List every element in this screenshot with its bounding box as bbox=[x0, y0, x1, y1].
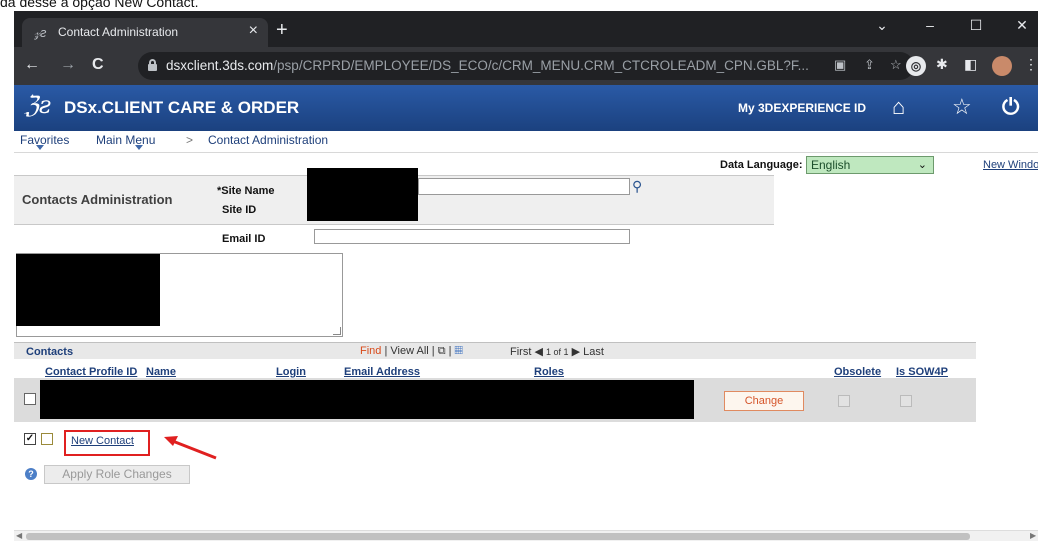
col-name[interactable]: Name bbox=[146, 366, 176, 378]
grid-title: Contacts bbox=[26, 346, 74, 358]
lock-icon bbox=[148, 59, 157, 71]
resize-grip-icon[interactable] bbox=[333, 327, 341, 335]
arrow-pointer-icon bbox=[164, 436, 217, 460]
power-icon[interactable]: ⏻ bbox=[1002, 94, 1019, 120]
nav-separator: | bbox=[448, 345, 452, 357]
app-title: DSx.CLIENT CARE & ORDER bbox=[64, 98, 300, 117]
close-window-icon[interactable]: ✕ bbox=[1012, 17, 1032, 34]
col-login[interactable]: Login bbox=[276, 366, 306, 378]
redacted-row-content bbox=[40, 380, 694, 419]
maximize-icon[interactable]: ☐ bbox=[966, 17, 986, 34]
back-icon[interactable]: ← bbox=[24, 56, 40, 74]
screenshot-root: { "caption": "da desse a opção New Conta… bbox=[0, 0, 1038, 541]
translate-icon[interactable]: ▣ bbox=[834, 57, 846, 73]
close-tab-icon[interactable]: × bbox=[249, 22, 258, 40]
browser-menu-icon[interactable]: ⋮ bbox=[1024, 56, 1038, 76]
new-tab-icon[interactable]: + bbox=[276, 19, 288, 42]
ds-logo-icon: ℨƨ bbox=[24, 91, 52, 119]
zoom-grid-icon[interactable]: ⧉ bbox=[438, 345, 446, 357]
site-id-label: Site ID bbox=[222, 204, 257, 216]
crumb-separator: > bbox=[186, 133, 194, 147]
new-contact-link[interactable]: New Contact bbox=[71, 435, 134, 447]
profile-avatar[interactable] bbox=[992, 56, 1012, 76]
view-all-link[interactable]: View All bbox=[390, 345, 428, 357]
previous-icon[interactable]: ◀ bbox=[534, 346, 542, 358]
browser-tab[interactable]: 𝓏ƨ Contact Administration × bbox=[22, 18, 268, 47]
grid-navigation: Find | View All | ⧉ | ▦ bbox=[360, 345, 463, 358]
extension-icon[interactable]: ◎ bbox=[906, 56, 926, 76]
crumb-favorites[interactable]: Favorites bbox=[20, 133, 69, 147]
new-window-link[interactable]: New Windo bbox=[983, 159, 1038, 171]
site-name-input[interactable] bbox=[418, 178, 630, 195]
tab-search-icon[interactable]: ⌄ bbox=[872, 17, 892, 34]
apply-role-changes-button[interactable]: Apply Role Changes bbox=[44, 465, 190, 484]
redacted-site-value bbox=[307, 168, 418, 221]
forward-icon[interactable]: → bbox=[60, 56, 76, 74]
col-obsolete[interactable]: Obsolete bbox=[834, 366, 881, 378]
obsolete-checkbox[interactable] bbox=[838, 395, 850, 407]
grid-pager: First ◀ 1 of 1 ▶ Last bbox=[510, 345, 604, 358]
scrollbar-thumb[interactable] bbox=[26, 533, 970, 540]
email-id-label: Email ID bbox=[222, 233, 266, 245]
extensions-puzzle-icon[interactable]: ✱ bbox=[936, 56, 948, 76]
url-host: dsxclient.3ds.com bbox=[166, 58, 274, 73]
breadcrumb: Favorites Main Menu > Contact Administra… bbox=[14, 131, 1038, 153]
nav-separator: | bbox=[384, 345, 388, 357]
col-email-address[interactable]: Email Address bbox=[344, 366, 420, 378]
help-icon[interactable]: ? bbox=[25, 468, 37, 480]
ds-favicon-icon: 𝓏ƨ bbox=[34, 25, 47, 40]
select-all-checkbox[interactable]: ✓ bbox=[24, 433, 36, 445]
col-roles[interactable]: Roles bbox=[534, 366, 564, 378]
last-link[interactable]: Last bbox=[583, 346, 604, 358]
col-is-sow4p[interactable]: Is SOW4P bbox=[896, 366, 948, 378]
browser-toolbar: ← → C dsxclient.3ds.com/psp/CRPRD/EMPLOY… bbox=[14, 47, 1038, 85]
crumb-current: Contact Administration bbox=[208, 133, 329, 147]
home-icon[interactable]: ⌂ bbox=[892, 94, 905, 120]
browser-tab-strip: 𝓏ƨ Contact Administration × + ⌄ – ☐ ✕ bbox=[14, 11, 1038, 47]
side-panel-icon[interactable]: ◧ bbox=[964, 56, 977, 76]
sow4p-checkbox[interactable] bbox=[900, 395, 912, 407]
chevron-down-icon: ⌄ bbox=[917, 159, 927, 171]
data-language-label: Data Language: bbox=[720, 159, 803, 171]
url-text: dsxclient.3ds.com/psp/CRPRD/EMPLOYEE/DS_… bbox=[166, 58, 809, 73]
nav-separator: | bbox=[431, 345, 435, 357]
data-language-value: English bbox=[811, 158, 851, 172]
row-select-checkbox[interactable] bbox=[24, 393, 36, 405]
find-link[interactable]: Find bbox=[360, 345, 381, 357]
reload-icon[interactable]: C bbox=[92, 56, 104, 74]
minimize-icon[interactable]: – bbox=[920, 17, 940, 33]
chevron-down-icon[interactable] bbox=[36, 145, 44, 150]
next-icon[interactable]: ▶ bbox=[572, 346, 580, 358]
deselect-all-checkbox[interactable] bbox=[41, 433, 53, 445]
bookmark-star-icon[interactable]: ☆ bbox=[890, 57, 902, 73]
search-icon[interactable]: ⚲ bbox=[632, 178, 642, 195]
col-contact-profile-id[interactable]: Contact Profile ID bbox=[45, 366, 137, 378]
url-path: /psp/CRPRD/EMPLOYEE/DS_ECO/c/CRM_MENU.CR… bbox=[273, 58, 809, 73]
my-3dexperience-id-link[interactable]: My 3DEXPERIENCE ID bbox=[738, 101, 866, 115]
app-header: ℨƨ DSx.CLIENT CARE & ORDER My 3DEXPERIEN… bbox=[14, 85, 1038, 131]
first-link[interactable]: First bbox=[510, 346, 531, 358]
site-name-label: *Site Name bbox=[217, 185, 275, 197]
data-language-select[interactable]: English ⌄ bbox=[806, 156, 934, 174]
download-excel-icon[interactable]: ▦ bbox=[455, 345, 463, 357]
scroll-left-icon[interactable]: ◀ bbox=[16, 531, 22, 540]
contacts-grid-header: Contacts Find | View All | ⧉ | ▦ First ◀… bbox=[14, 342, 976, 359]
chevron-down-icon[interactable] bbox=[135, 145, 143, 150]
email-id-input[interactable] bbox=[314, 229, 630, 244]
horizontal-scrollbar[interactable]: ◀ ▶ bbox=[14, 530, 1038, 541]
favorite-star-icon[interactable]: ☆ bbox=[952, 94, 972, 120]
scroll-right-icon[interactable]: ▶ bbox=[1030, 531, 1036, 540]
instruction-caption: da desse a opção New Contact. bbox=[0, 0, 199, 10]
address-bar[interactable]: dsxclient.3ds.com/psp/CRPRD/EMPLOYEE/DS_… bbox=[138, 52, 914, 80]
crumb-main-menu[interactable]: Main Menu bbox=[96, 133, 155, 147]
change-button[interactable]: Change bbox=[724, 391, 804, 411]
tab-title: Contact Administration bbox=[58, 25, 179, 39]
page-range: 1 of 1 bbox=[545, 347, 569, 357]
redacted-textarea-content bbox=[16, 254, 160, 326]
panel-title: Contacts Administration bbox=[22, 192, 173, 207]
share-icon[interactable]: ⇪ bbox=[864, 57, 875, 73]
